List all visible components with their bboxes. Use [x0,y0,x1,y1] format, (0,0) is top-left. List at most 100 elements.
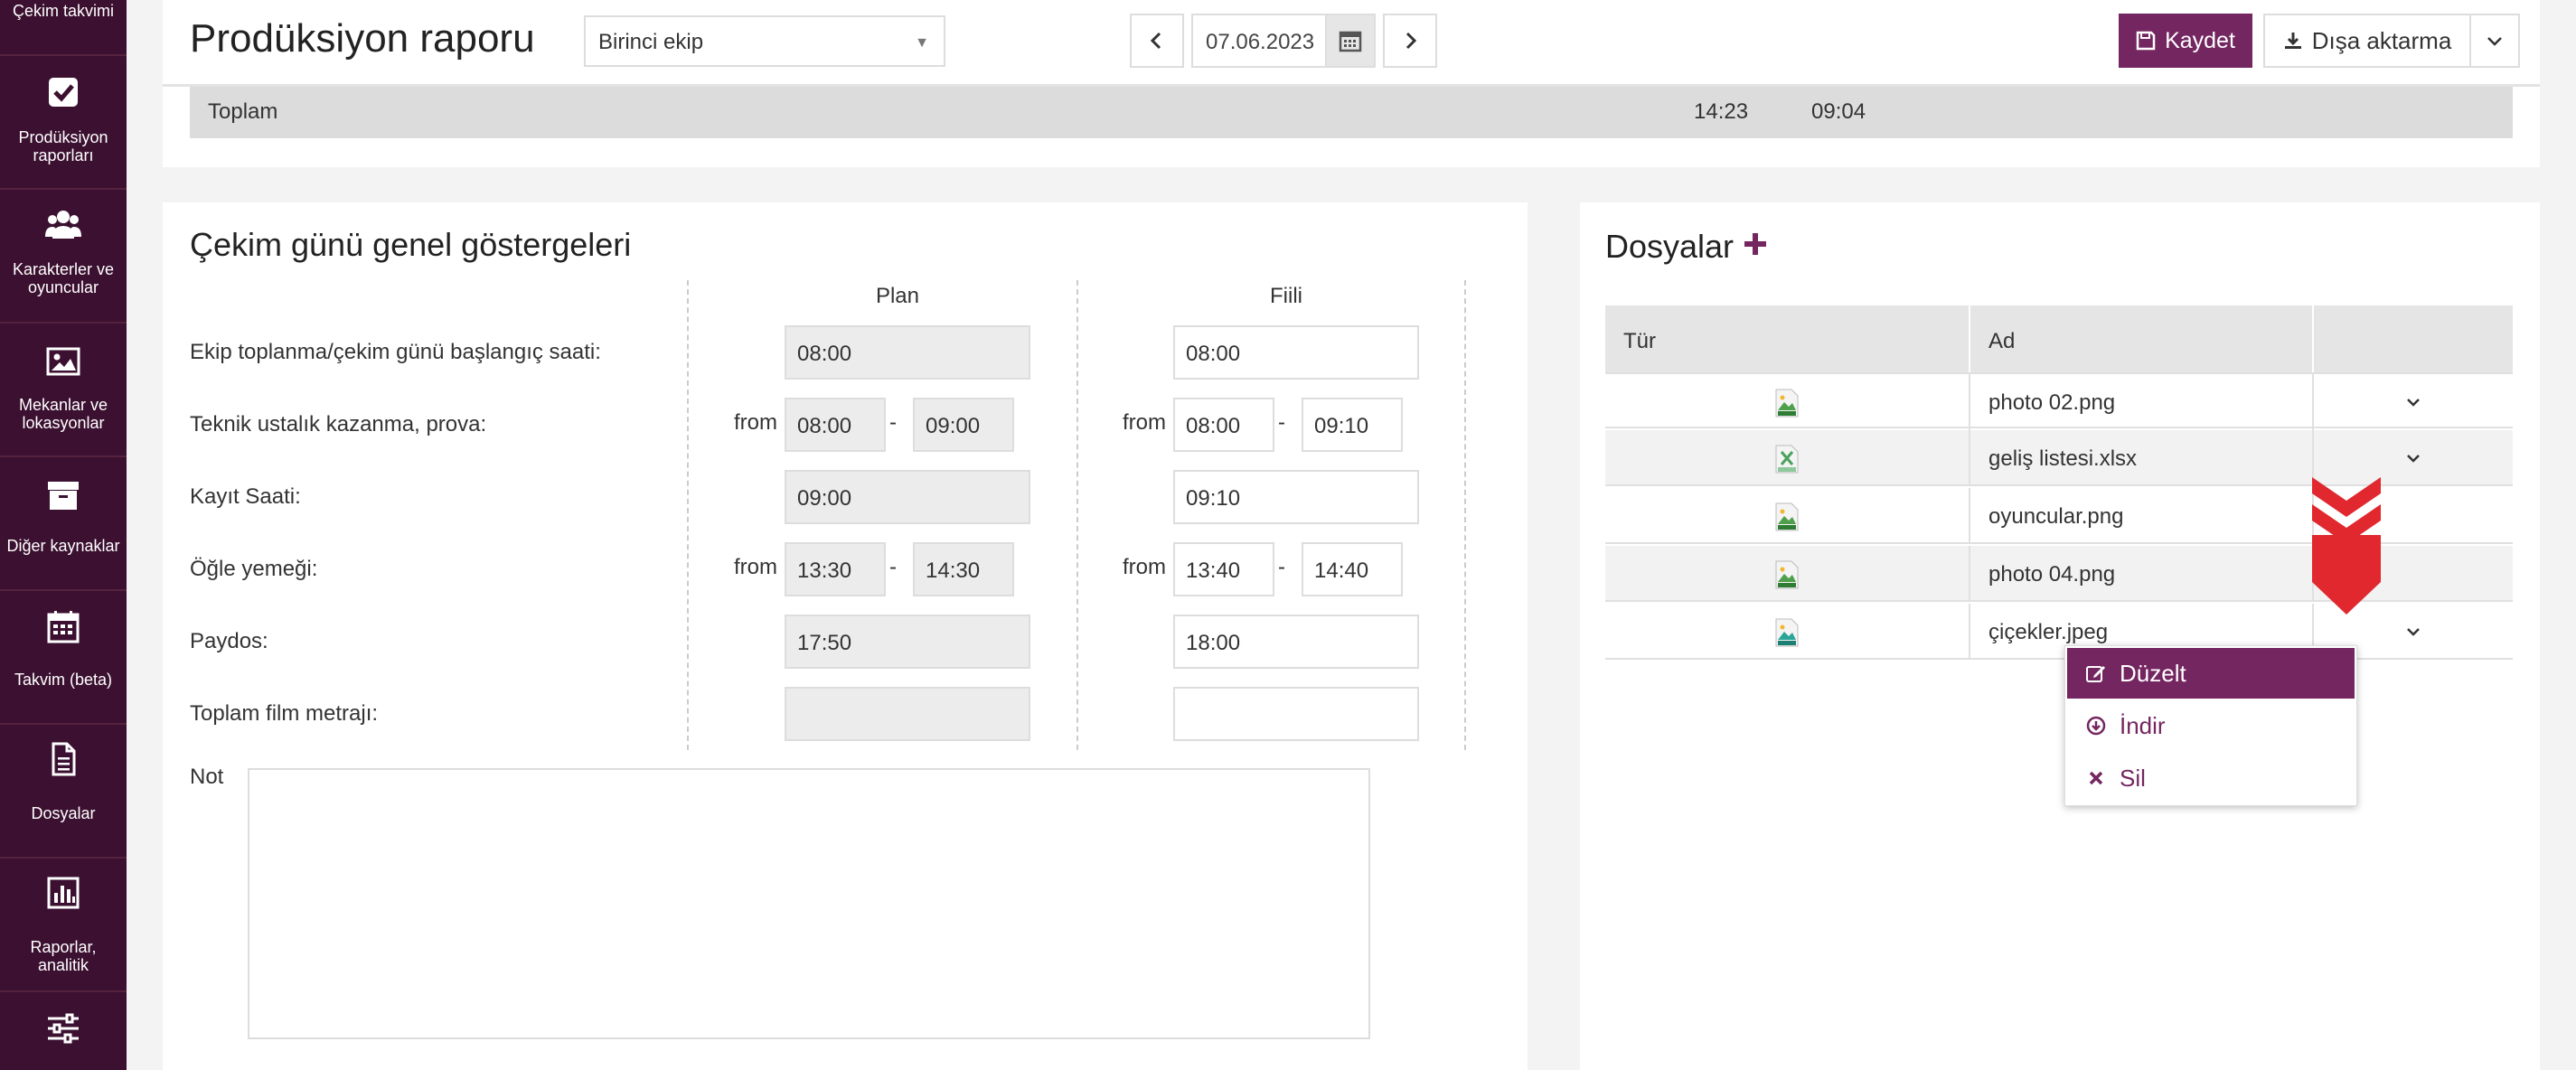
png-file-icon [1775,560,1799,589]
close-icon [2089,771,2103,785]
crew-select[interactable]: Birinci ekip ▼ [584,15,945,67]
actual-lunch-to-field[interactable]: 14:40 [1302,542,1403,596]
totals-value-1: 14:23 [1694,99,1749,124]
sidebar-item-label: Karakterler ve oyuncular [12,260,115,296]
plan-start-time-field: 08:00 [785,325,1030,380]
previous-date-button[interactable] [1130,14,1184,68]
actual-column-header: Fiili [1270,284,1302,308]
chevron-left-icon [1150,32,1161,50]
plan-rehearsal-from-field: 08:00 [785,398,886,452]
next-date-button[interactable] [1383,14,1437,68]
sidebar-item-locations[interactable]: Mekanlar ve lokasyonlar [0,324,127,457]
menu-item-edit[interactable]: Düzelt [2067,648,2355,699]
row-label-wrap: Paydos: [190,629,268,653]
sidebar-item-files[interactable]: Dosyalar [0,725,127,859]
plus-icon [1744,233,1766,255]
file-type-cell [1605,546,1970,602]
range-dash: - [1278,410,1285,435]
plan-lunch-to-field: 14:30 [913,542,1014,596]
plan-recording-time-field: 09:00 [785,470,1030,524]
from-label: from [734,410,777,435]
image-icon [43,342,83,381]
archive-icon [43,475,83,515]
sidebar-item-label: Takvim (beta) [14,671,113,689]
plan-lunch-from-field: 13:30 [785,542,886,596]
sidebar-item-reports[interactable]: Raporlar, analitik [0,859,127,992]
menu-item-download[interactable]: İndir [2067,700,2355,751]
checkbox-icon [43,72,83,112]
sliders-icon [43,1009,83,1048]
note-textarea[interactable] [248,768,1370,1039]
file-type-cell [1605,374,1970,430]
edit-icon [2086,666,2105,682]
column-header-actions [2314,305,2513,372]
save-button-label: Kaydet [2165,27,2235,53]
sidebar-item-label: Prodüksiyon raporları [18,128,108,164]
row-label-recording-time: Kayıt Saati: [190,484,301,509]
sidebar-item-characters[interactable]: Karakterler ve oyuncular [0,190,127,324]
sidebar-item-other-resources[interactable]: Diğer kaynaklar [0,457,127,591]
menu-item-delete[interactable]: Sil [2067,753,2355,803]
actual-rehearsal-from-field[interactable]: 08:00 [1173,398,1274,452]
table-row[interactable]: photo 02.png [1605,372,2513,430]
export-button[interactable]: Dışa aktarma [2263,14,2471,68]
sidebar-item-label: Dosyalar [31,804,96,822]
sidebar-item-shooting-schedule[interactable]: Çekim takvimi [0,0,127,56]
plan-wrap-field: 17:50 [785,615,1030,669]
plan-rehearsal-to-field: 09:00 [913,398,1014,452]
actual-film-footage-field[interactable] [1173,687,1419,741]
actual-recording-time-field[interactable]: 09:10 [1173,470,1419,524]
download-icon [2284,33,2301,49]
chevron-right-icon [1406,32,1417,50]
sidebar-item-calendar[interactable]: Takvim (beta) [0,591,127,725]
menu-item-label: Sil [2120,764,2146,792]
chevron-down-icon [2407,628,2420,636]
date-picker-button[interactable] [1325,14,1376,68]
totals-value-2: 09:04 [1811,99,1866,124]
actual-start-time-field[interactable]: 08:00 [1173,325,1419,380]
from-label: from [1123,410,1166,435]
date-input[interactable]: 07.06.2023 [1191,14,1327,68]
chevron-down-marker-icon [2310,475,2383,621]
file-name: photo 02.png [1970,374,2314,430]
bar-chart-icon [43,873,83,913]
row-label-film-footage: Toplam film metrajı: [190,701,379,726]
download-circle-icon [2086,716,2106,736]
plan-film-footage-field [785,687,1030,741]
actual-lunch-from-field[interactable]: 13:40 [1173,542,1274,596]
range-dash: - [1278,555,1285,579]
crew-select-value: Birinci ekip [598,30,704,54]
jpeg-file-icon [1775,618,1799,647]
save-icon [2136,31,2156,51]
png-file-icon [1775,502,1799,531]
actual-wrap-field[interactable]: 18:00 [1173,615,1419,669]
files-title: Dosyalar [1605,228,1735,265]
indicators-title: Çekim günü genel göstergeleri [190,226,632,263]
export-options-button[interactable] [2469,14,2520,68]
from-label: from [734,555,777,579]
calendar-icon [43,607,83,647]
sidebar: Çekim takvimi Prodüksiyon raporları Kara… [0,0,127,1070]
file-icon [43,739,83,779]
file-context-menu: Düzelt İndir Sil [2064,645,2357,806]
sidebar-item-label: Çekim takvimi [12,2,114,20]
png-file-icon [1775,389,1799,418]
sidebar-item-production-reports[interactable]: Prodüksiyon raporları [0,56,127,190]
export-button-label: Dışa aktarma [2311,26,2452,54]
divider [1464,280,1466,750]
file-type-cell [1605,488,1970,544]
users-icon [43,204,83,244]
row-label-start-time: Ekip toplanma/çekim günü başlangıç saati… [190,340,601,364]
sidebar-item-settings[interactable] [0,992,127,1070]
sidebar-item-label: Mekanlar ve lokasyonlar [18,396,108,432]
divider [1076,280,1078,750]
sidebar-item-label: Diğer kaynaklar [6,537,120,555]
file-actions-toggle[interactable] [2314,374,2513,430]
add-file-button[interactable] [1743,231,1768,261]
actual-rehearsal-to-field[interactable]: 09:10 [1302,398,1403,452]
file-type-cell [1605,604,1970,660]
save-button[interactable]: Kaydet [2119,14,2252,68]
chevron-down-icon [2407,455,2420,463]
sidebar-item-label: Raporlar, analitik [30,938,97,974]
calendar-icon [1339,31,1362,52]
